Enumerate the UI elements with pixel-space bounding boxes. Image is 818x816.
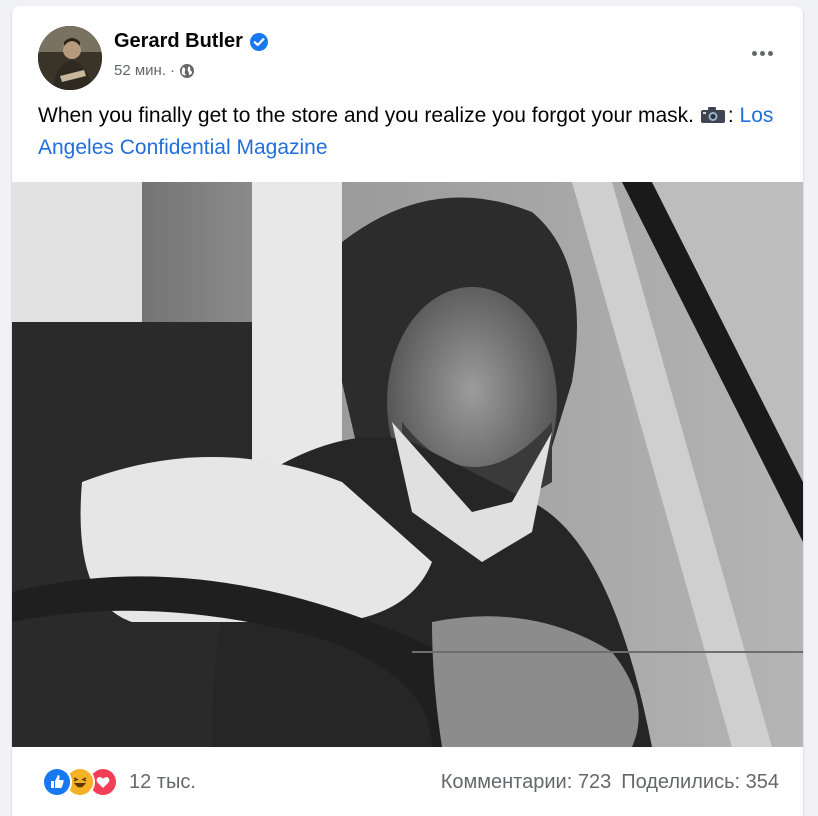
- photo-image: [12, 182, 803, 747]
- camera-suffix: :: [727, 104, 734, 127]
- comments-count: 723: [577, 771, 612, 793]
- post-header: Gerard Butler 52 мин. ·: [12, 6, 803, 96]
- more-options-icon-dot: [767, 50, 773, 56]
- post-photo[interactable]: [12, 182, 803, 747]
- author-avatar[interactable]: [38, 26, 102, 90]
- post-footer: 12 тыс. Комментарии: 723 Поделились: 354: [12, 747, 803, 811]
- more-options-icon: [751, 50, 757, 56]
- more-options-button[interactable]: [745, 38, 779, 68]
- post-timestamp[interactable]: 52 мин.: [114, 62, 166, 79]
- like-reaction-icon: [42, 767, 72, 797]
- comments-label: Комментарии:: [440, 771, 573, 793]
- author-name[interactable]: Gerard Butler: [114, 30, 243, 53]
- author-row: Gerard Butler: [114, 30, 269, 53]
- reactions-count[interactable]: 12 тыс.: [129, 771, 196, 794]
- comments-link[interactable]: Комментарии: 723: [441, 771, 611, 794]
- post-stats: Комментарии: 723 Поделились: 354: [431, 771, 779, 794]
- shares-label: Поделились:: [621, 771, 741, 793]
- globe-icon[interactable]: [179, 63, 195, 79]
- shares-link[interactable]: Поделились: 354: [621, 771, 779, 794]
- meta-separator: ·: [170, 62, 175, 79]
- reactions-summary[interactable]: 12 тыс.: [42, 767, 196, 797]
- camera-icon: [700, 102, 726, 123]
- post-text: When you finally get to the store and yo…: [38, 104, 695, 127]
- verified-badge-icon: [249, 32, 269, 52]
- more-options-icon-dot: [759, 50, 765, 56]
- shares-count: 354: [745, 771, 779, 793]
- post-card: Gerard Butler 52 мин. · When you finally…: [12, 6, 803, 816]
- post-meta: 52 мин. ·: [114, 62, 195, 79]
- post-body: When you finally get to the store and yo…: [38, 100, 778, 164]
